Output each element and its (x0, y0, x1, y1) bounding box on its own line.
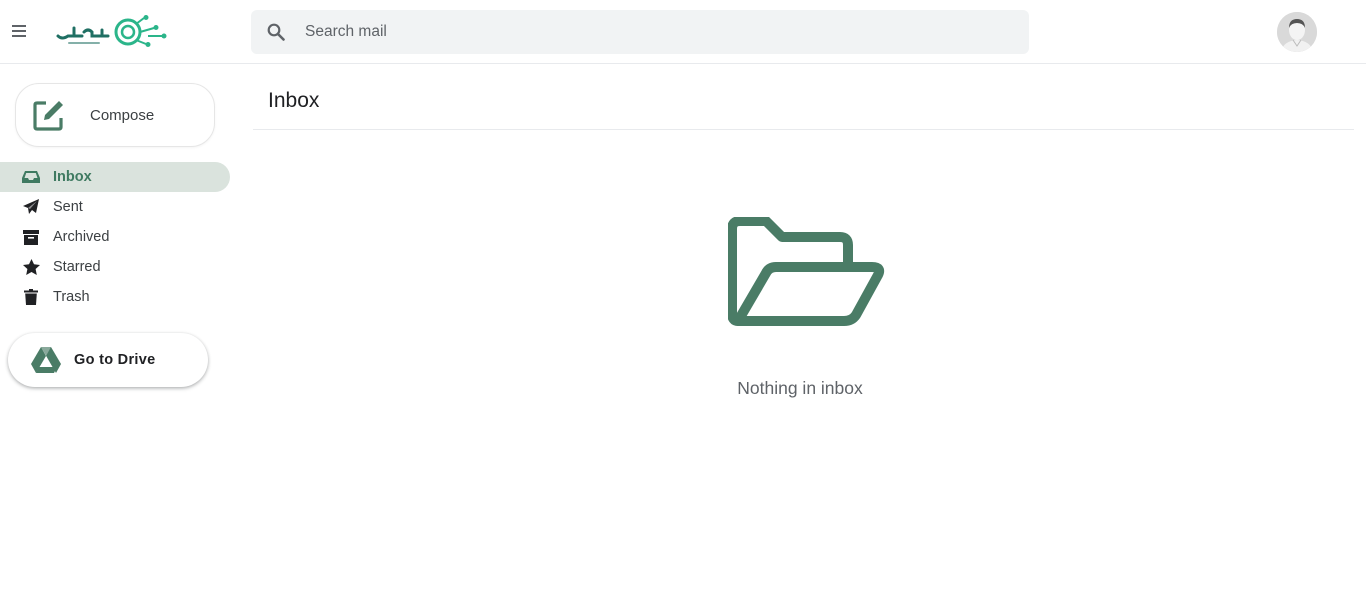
go-to-drive-label: Go to Drive (74, 352, 156, 368)
sidebar-item-starred[interactable]: Starred (0, 252, 230, 282)
main-content: Inbox Nothing in inbox (253, 64, 1354, 599)
go-to-drive-button[interactable]: Go to Drive (8, 333, 208, 387)
hamburger-menu-icon[interactable] (8, 20, 30, 42)
open-folder-icon (727, 216, 888, 327)
edit-icon (32, 98, 66, 132)
sidebar: Compose Inbox Sent Archived Starred Tras… (0, 64, 240, 599)
sidebar-item-inbox[interactable]: Inbox (0, 162, 230, 192)
archive-box-icon (22, 228, 40, 246)
brand-logo[interactable] (52, 14, 170, 50)
drive-icon (31, 347, 61, 373)
sidebar-item-sent[interactable]: Sent (0, 192, 230, 222)
star-icon (22, 258, 40, 276)
search-input[interactable] (305, 23, 1005, 41)
paper-plane-icon (22, 198, 40, 216)
sidebar-item-label: Trash (53, 289, 90, 305)
sidebar-item-label: Sent (53, 199, 83, 215)
divider (253, 129, 1354, 130)
compose-button[interactable]: Compose (15, 83, 215, 147)
compose-label: Compose (90, 106, 155, 124)
user-avatar[interactable] (1277, 12, 1317, 52)
top-app-bar (0, 0, 1366, 64)
empty-state-message: Nothing in inbox (737, 378, 863, 398)
page-title: Inbox (268, 89, 320, 112)
search-icon[interactable] (253, 10, 299, 54)
sidebar-item-trash[interactable]: Trash (0, 282, 230, 312)
sidebar-item-label: Inbox (53, 169, 92, 185)
inbox-icon (22, 168, 40, 186)
trash-icon (22, 288, 40, 306)
mail-folders-nav: Inbox Sent Archived Starred Trash (0, 162, 240, 312)
search-bar[interactable] (251, 10, 1029, 54)
sidebar-item-label: Starred (53, 259, 101, 275)
sidebar-item-archived[interactable]: Archived (0, 222, 230, 252)
sidebar-item-label: Archived (53, 229, 110, 245)
